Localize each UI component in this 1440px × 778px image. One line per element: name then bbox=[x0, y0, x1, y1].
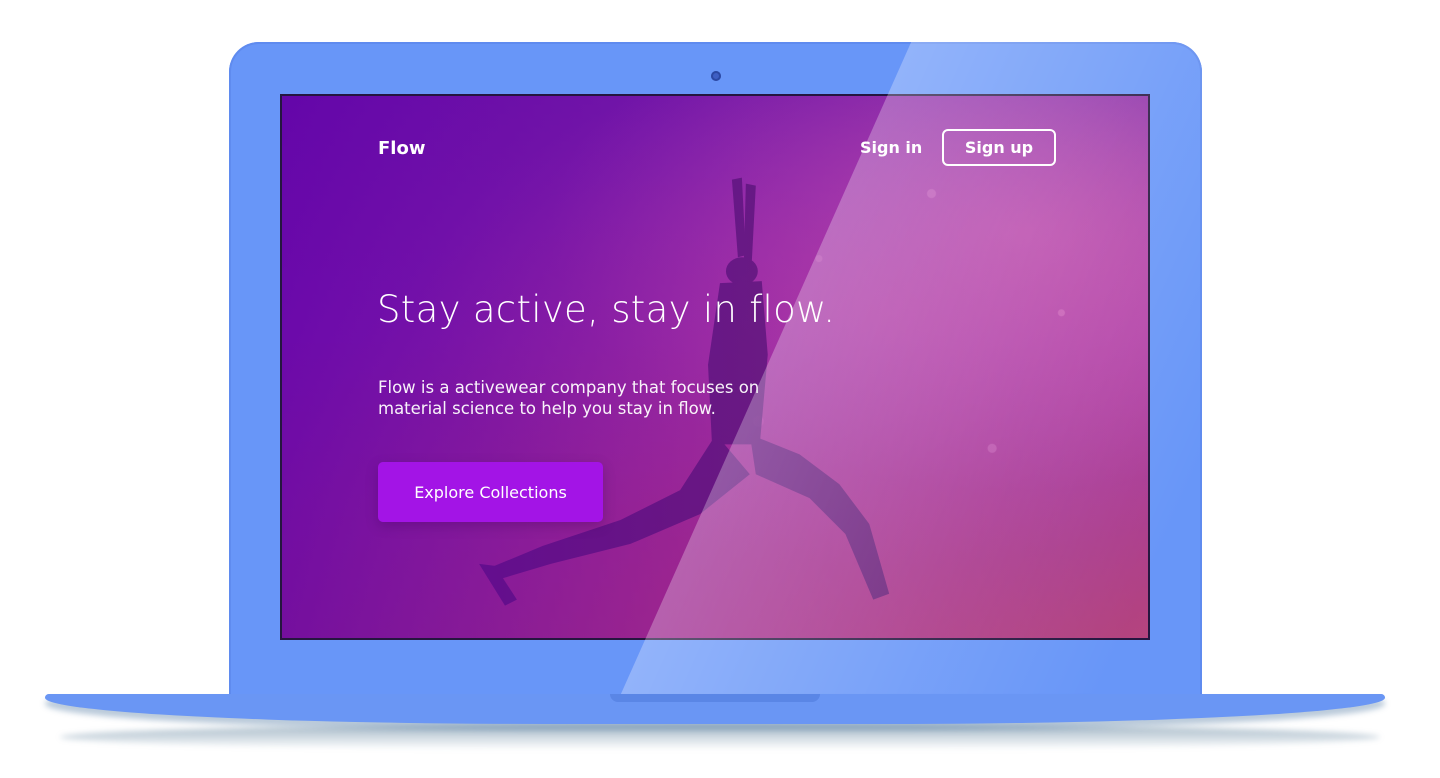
webcam-icon bbox=[711, 71, 721, 81]
sign-in-link[interactable]: Sign in bbox=[860, 138, 922, 157]
laptop-screen: Flow Sign in Sign up Stay active, stay i… bbox=[280, 94, 1150, 640]
sign-up-button[interactable]: Sign up bbox=[942, 129, 1056, 166]
purple-overlay bbox=[282, 96, 1148, 638]
laptop-mockup: Flow Sign in Sign up Stay active, stay i… bbox=[0, 0, 1440, 778]
hero-subtext-line-2: material science to help you stay in flo… bbox=[378, 399, 716, 418]
hero-headline: Stay active, stay in flow. bbox=[377, 288, 836, 331]
hero-subtext: Flow is a activewear company that focuse… bbox=[378, 377, 808, 419]
laptop-shadow bbox=[60, 724, 1380, 750]
explore-collections-button[interactable]: Explore Collections bbox=[378, 462, 603, 522]
laptop-base-notch bbox=[610, 694, 820, 702]
brand-logo[interactable]: Flow bbox=[378, 138, 425, 159]
hero-subtext-line-1: Flow is a activewear company that focuse… bbox=[378, 378, 760, 397]
laptop-base bbox=[45, 694, 1385, 724]
